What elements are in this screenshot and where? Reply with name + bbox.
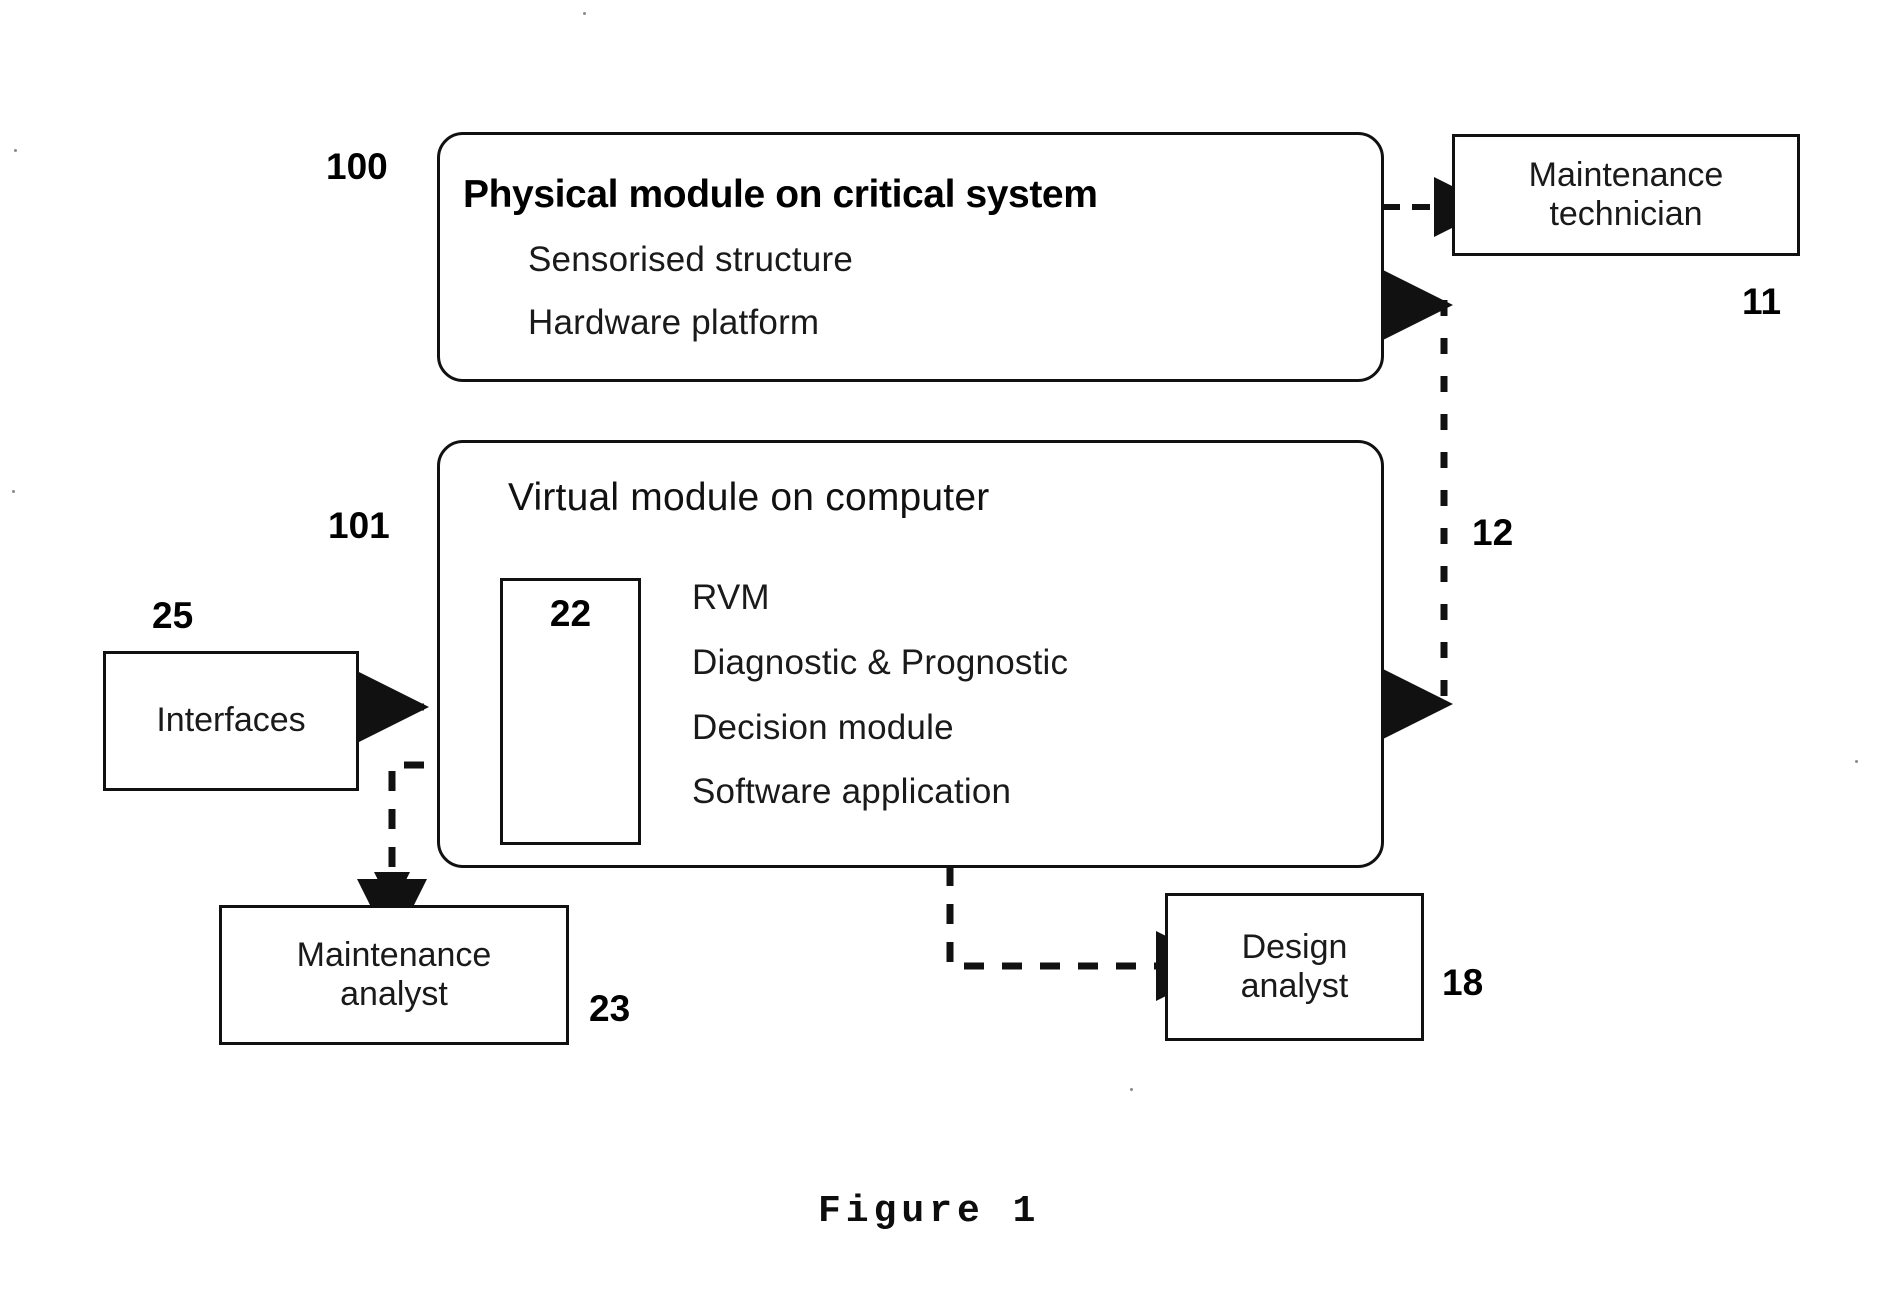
ref-25: 25 (152, 595, 194, 636)
maintenance-analyst-box: Maintenance analyst (219, 905, 569, 1045)
ref-12: 12 (1472, 512, 1514, 553)
ref-101: 101 (328, 505, 390, 546)
ref-23: 23 (589, 988, 631, 1029)
maintenance-technician-line-1: Maintenance (1528, 155, 1724, 194)
virtual-module-title: Virtual module on computer (508, 476, 990, 519)
virtual-module-line-2: Diagnostic & Prognostic (692, 643, 1069, 682)
physical-module-line-1: Sensorised structure (528, 240, 853, 279)
rvm-inner-box: 22 (500, 578, 641, 845)
maintenance-analyst-line-1: Maintenance (296, 935, 492, 974)
physical-module-title: Physical module on critical system (463, 173, 1098, 216)
ref-11: 11 (1742, 281, 1782, 322)
arrowhead-down-maintenance-analyst (374, 872, 410, 908)
physical-module-line-2: Hardware platform (528, 303, 820, 342)
ref-100: 100 (326, 146, 388, 187)
maintenance-technician-box: Maintenance technician (1452, 134, 1800, 256)
scan-speck (1130, 1088, 1133, 1091)
arrow-feedback-link-12 (1383, 270, 1453, 739)
maintenance-technician-line-2: technician (1549, 195, 1703, 233)
ref-18: 18 (1442, 962, 1484, 1003)
scan-speck (1855, 760, 1858, 763)
virtual-module-line-4: Software application (692, 772, 1012, 811)
arrow-virtual-to-design-analyst (946, 866, 1226, 1001)
design-analyst-line-1: Design (1241, 927, 1348, 966)
interfaces-label: Interfaces (156, 701, 306, 740)
maintenance-analyst-line-2: analyst (340, 975, 448, 1013)
scan-speck (14, 149, 17, 152)
scan-speck (583, 12, 586, 15)
virtual-module-line-1: RVM (692, 578, 770, 617)
interfaces-box: Interfaces (103, 651, 359, 791)
scan-speck (12, 490, 15, 493)
virtual-module-line-3: Decision module (692, 708, 954, 747)
figure-caption: Figure 1 (818, 1190, 1041, 1233)
design-analyst-line-2: analyst (1240, 967, 1349, 1005)
figure-page: 100 Physical module on critical system S… (0, 0, 1888, 1315)
design-analyst-box: Design analyst (1165, 893, 1424, 1041)
ref-22: 22 (549, 593, 592, 634)
